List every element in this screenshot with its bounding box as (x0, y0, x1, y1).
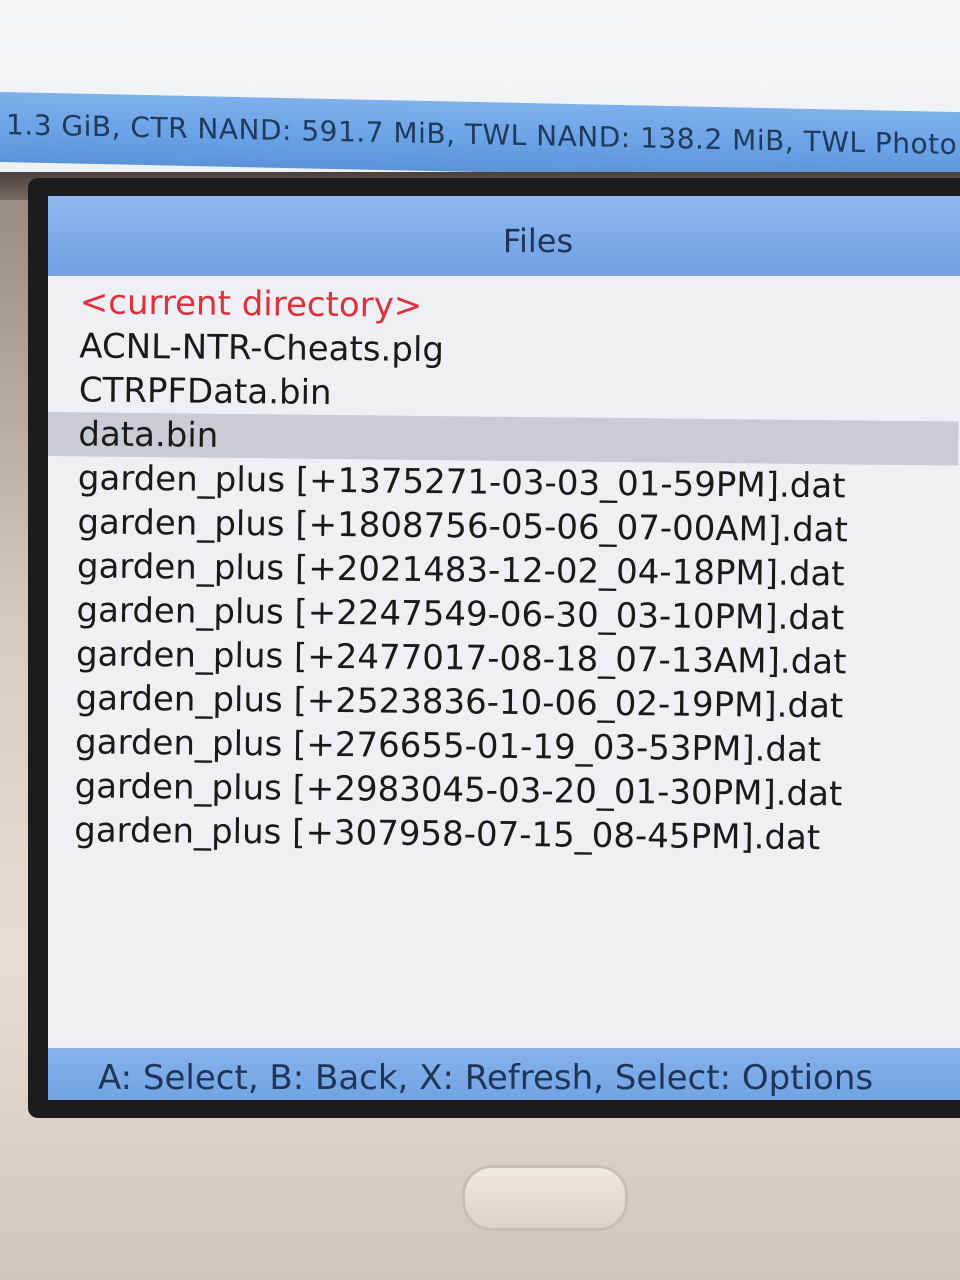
controls-hint-text: A: Select, B: Back, X: Refresh, Select: … (98, 1058, 874, 1098)
file-list: <current directory> ACNL-NTR-Cheats.plg … (48, 280, 960, 858)
page-title: Files (502, 222, 574, 260)
storage-status-text: 1.3 GiB, CTR NAND: 591.7 MiB, TWL NAND: … (6, 108, 960, 162)
list-item[interactable]: garden_plus [+307958-07-15_08-45PM].dat (48, 808, 954, 862)
top-screen: 1.3 GiB, CTR NAND: 591.7 MiB, TWL NAND: … (0, 0, 960, 180)
home-button[interactable] (462, 1165, 628, 1231)
storage-status-bar: 1.3 GiB, CTR NAND: 591.7 MiB, TWL NAND: … (0, 92, 960, 180)
title-bar: Files (48, 196, 960, 276)
bottom-screen: Files <current directory> ACNL-NTR-Cheat… (48, 196, 960, 1100)
controls-hint-bar: A: Select, B: Back, X: Refresh, Select: … (48, 1048, 960, 1100)
